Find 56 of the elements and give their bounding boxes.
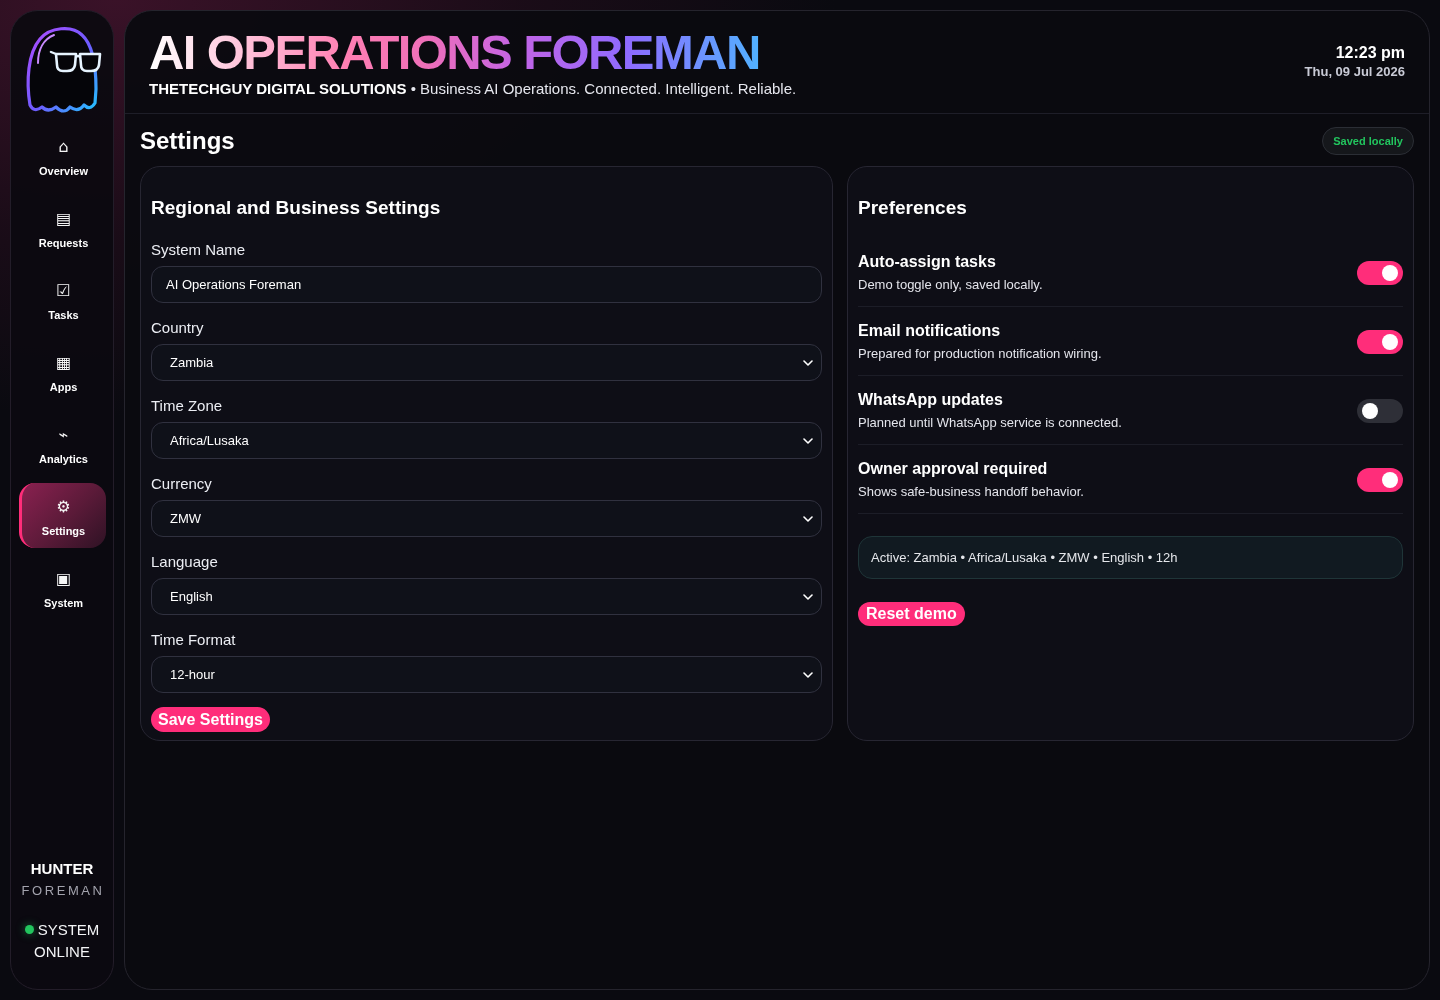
toggle-switch[interactable] xyxy=(1357,398,1403,423)
preference-description: Shows safe-business handoff behavior. xyxy=(858,483,1084,501)
field-label: Language xyxy=(151,552,219,572)
chevron-down-icon xyxy=(803,437,813,444)
field-label: Time Format xyxy=(151,630,237,650)
field-label: Time Zone xyxy=(151,396,224,416)
toggle-switch[interactable] xyxy=(1357,260,1403,285)
save-settings-button[interactable]: Save Settings xyxy=(151,707,270,732)
preference-description: Planned until WhatsApp service is connected. xyxy=(858,414,1122,432)
app-subtitle: THETECHGUY DIGITAL SOLUTIONS • Business AI Operations. Connected. Intelligent. Reliable. xyxy=(149,79,797,99)
list-icon: ▤ xyxy=(55,209,72,229)
chevron-down-icon xyxy=(803,515,813,522)
grid-icon: ▦ xyxy=(55,353,72,373)
house-icon: ⌂ xyxy=(58,137,69,157)
chevron-down-icon xyxy=(803,359,813,366)
page-title: Settings xyxy=(140,126,235,156)
sidebar-item[interactable]: ⌂ Overview xyxy=(18,123,106,188)
preference-title: Email notifications xyxy=(858,321,1002,341)
settings-summary: Active: Zambia • Africa/Lusaka • ZMW • English • 12h xyxy=(858,536,1403,579)
chevron-down-icon xyxy=(803,593,813,600)
chevron-down-icon xyxy=(803,671,813,678)
brand-name: HUNTER xyxy=(30,859,94,879)
preference-title: Owner approval required xyxy=(858,459,1049,479)
toggle-switch[interactable] xyxy=(1357,329,1403,354)
gear-icon: ⚙ xyxy=(56,497,71,517)
dropdown-field[interactable]: ZMW xyxy=(151,500,822,537)
preference-description: Prepared for production notification wiring. xyxy=(858,345,1102,363)
field-label: System Name xyxy=(151,240,247,260)
clock-date: Thu, 09 Jul 2026 xyxy=(1304,63,1405,81)
dropdown-field[interactable]: 12-hour xyxy=(151,656,822,693)
zigzag-icon: ⌁ xyxy=(58,425,69,445)
checkbox-icon: ☑ xyxy=(56,281,71,301)
section-title: Regional and Business Settings xyxy=(151,196,442,220)
preference-title: Auto-assign tasks xyxy=(858,252,997,272)
sidebar-item[interactable]: ▦ Apps xyxy=(18,339,106,404)
reset-demo-button[interactable]: Reset demo xyxy=(858,602,965,626)
brand-role: FOREMAN xyxy=(20,882,105,900)
sidebar-item[interactable]: ▣ System xyxy=(18,555,106,620)
preference-title: WhatsApp updates xyxy=(858,390,1004,410)
status-text: SYSTEM ONLINE xyxy=(34,921,100,960)
text-field[interactable]: AI Operations Foreman xyxy=(151,266,822,303)
sidebar-item[interactable]: ☑ Tasks xyxy=(18,267,106,332)
preference-description: Demo toggle only, saved locally. xyxy=(858,276,1043,294)
dropdown-field[interactable]: Zambia xyxy=(151,344,822,381)
dropdown-field[interactable]: English xyxy=(151,578,822,615)
save-status-badge: Saved locally xyxy=(1322,127,1414,155)
sidebar-item[interactable]: ▤ Requests xyxy=(18,195,106,260)
field-label: Currency xyxy=(151,474,213,494)
sidebar-item[interactable]: ⌁ Analytics xyxy=(18,411,106,476)
field-label: Country xyxy=(151,318,205,338)
square-icon: ▣ xyxy=(55,569,72,589)
section-title: Preferences xyxy=(858,196,968,220)
sidebar-item[interactable]: ⚙ Settings xyxy=(18,483,106,548)
clock-time: 12:23 pm xyxy=(1335,43,1405,63)
toggle-switch[interactable] xyxy=(1357,467,1403,492)
dropdown-field[interactable]: Africa/Lusaka xyxy=(151,422,822,459)
